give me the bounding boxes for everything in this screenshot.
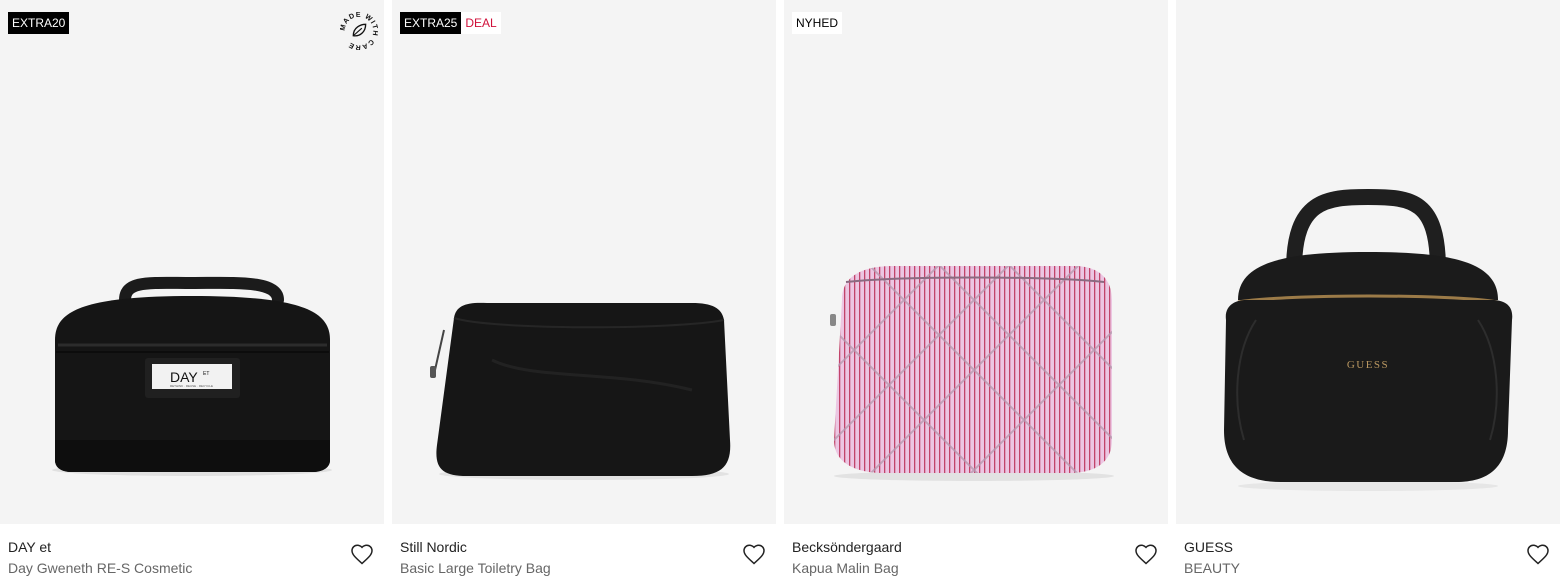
toiletry-bag-image	[430, 302, 731, 480]
bag-logo-sub: RETHINK · REUSE · RECYCLE	[170, 384, 213, 388]
product-name[interactable]: Day Gweneth RE-S Cosmetic	[8, 560, 192, 576]
product-image[interactable]: EXTRA20 MADE WITH CARE DAY ET RETHINK · …	[0, 0, 384, 524]
product-image[interactable]: GUESS	[1176, 0, 1560, 524]
product-image[interactable]: EXTRA25 DEAL	[392, 0, 776, 524]
heart-outline-icon[interactable]	[1134, 543, 1158, 567]
bag-logo: DAY	[170, 369, 198, 385]
heart-outline-icon[interactable]	[350, 543, 374, 567]
quilted-bag-image	[830, 266, 1114, 481]
product-card-becksondergaard[interactable]: NYHED Becksöndergaard Kapua Malin Bag	[784, 0, 1168, 583]
vanity-case-image: GUESS	[1224, 188, 1513, 491]
bag-logo-sup: ET	[203, 371, 209, 377]
product-card-day-et[interactable]: EXTRA20 MADE WITH CARE DAY ET RETHINK · …	[0, 0, 384, 583]
product-name[interactable]: Basic Large Toiletry Bag	[400, 560, 551, 576]
product-brand[interactable]: DAY et	[8, 539, 51, 555]
product-card-still-nordic[interactable]: EXTRA25 DEAL Still Nordic Basic Large To…	[392, 0, 776, 583]
bag-logo: GUESS	[1347, 359, 1389, 371]
product-name[interactable]: BEAUTY	[1184, 560, 1240, 576]
heart-outline-icon[interactable]	[742, 543, 766, 567]
product-brand[interactable]: GUESS	[1184, 539, 1233, 555]
product-brand[interactable]: Becksöndergaard	[792, 539, 902, 555]
product-name[interactable]: Kapua Malin Bag	[792, 560, 899, 576]
product-image[interactable]: NYHED	[784, 0, 1168, 524]
cosmetic-bag-image: DAY ET RETHINK · REUSE · RECYCLE	[52, 276, 332, 476]
heart-outline-icon[interactable]	[1526, 543, 1550, 567]
product-brand[interactable]: Still Nordic	[400, 539, 467, 555]
product-card-guess[interactable]: GUESS GUESS BEAUTY	[1176, 0, 1560, 583]
